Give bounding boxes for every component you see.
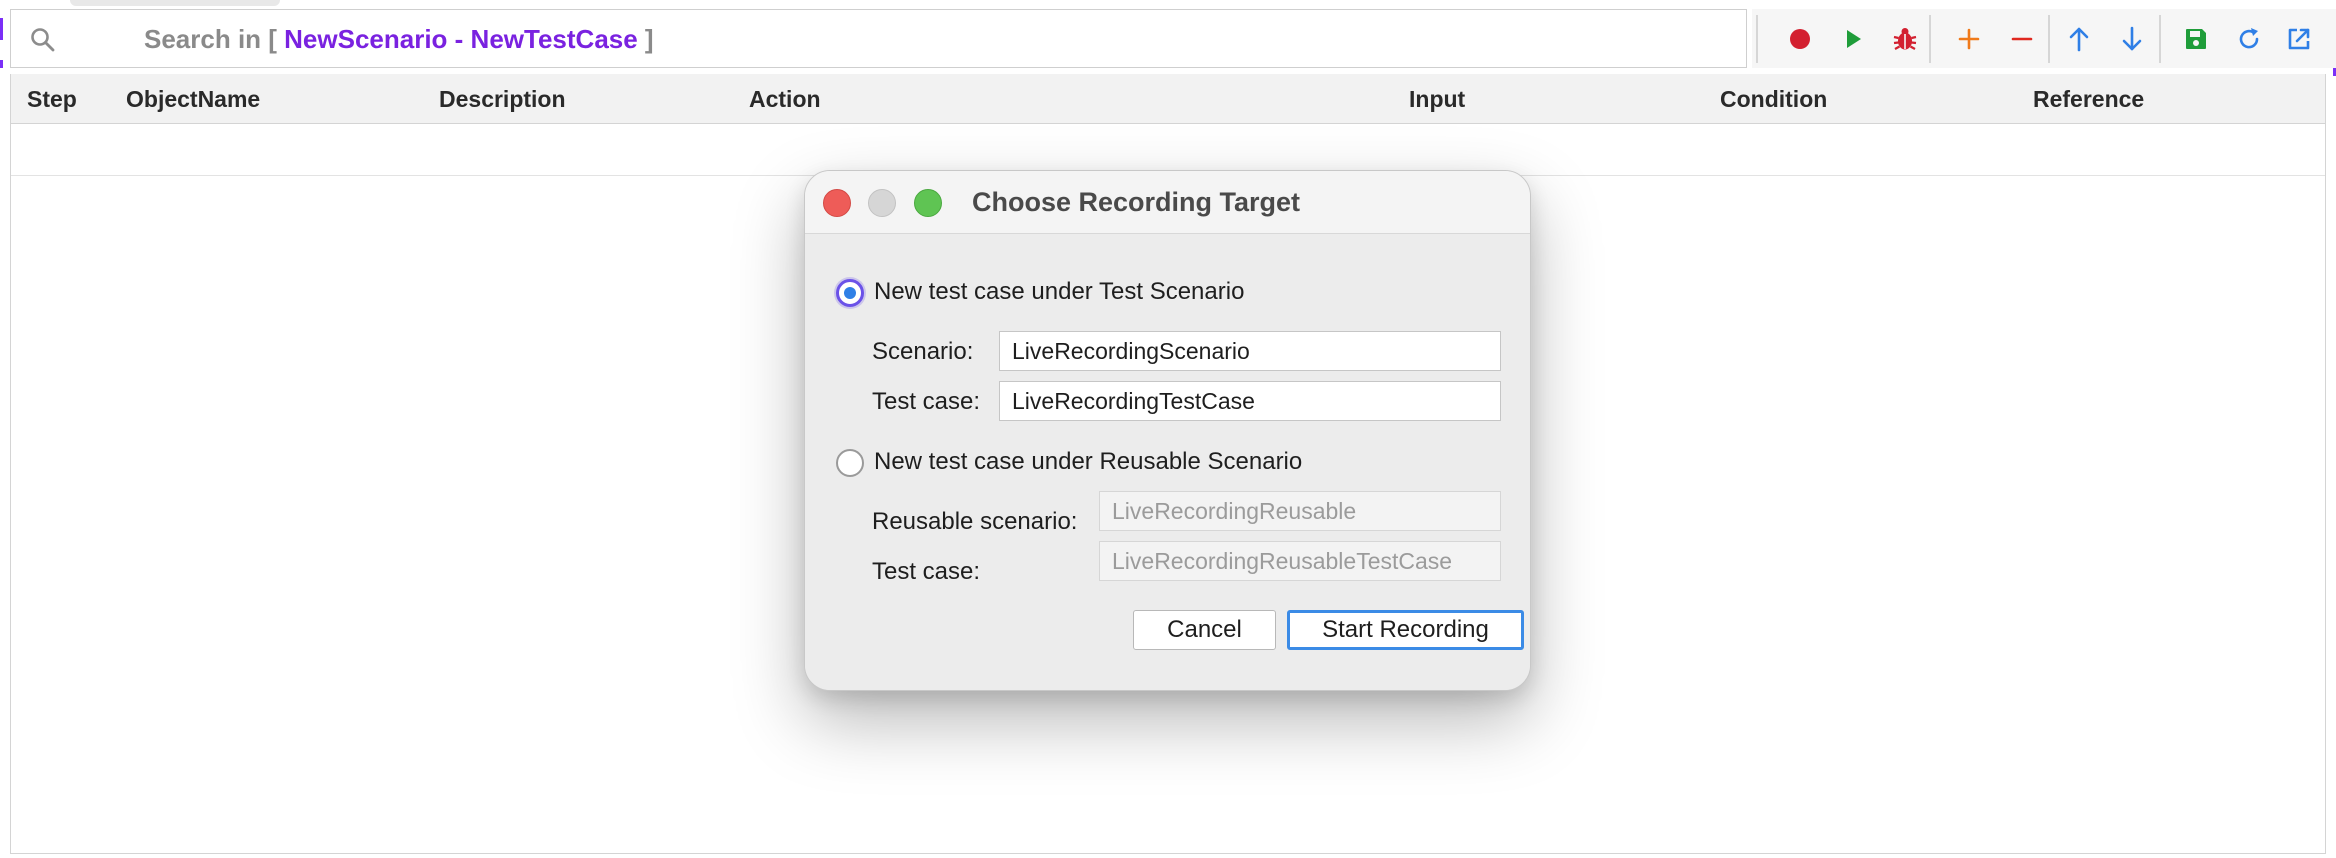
column-header-condition[interactable]: Condition [1720, 86, 1827, 113]
radio-test-scenario-label[interactable]: New test case under Test Scenario [874, 278, 1244, 306]
reusable-testcase-field: LiveRecordingReusableTestCase [1099, 541, 1501, 581]
dialog-body: New test case under Test Scenario Scenar… [805, 234, 1530, 690]
record-icon [1790, 29, 1810, 49]
radio-reusable-scenario-label[interactable]: New test case under Reusable Scenario [874, 448, 1302, 476]
dialog-titlebar[interactable]: Choose Recording Target [805, 171, 1530, 234]
search-prefix: Search in [ [144, 24, 285, 54]
save-button[interactable] [2179, 22, 2213, 56]
bug-icon [1893, 28, 1917, 50]
toolbar-separator [1756, 15, 1758, 63]
reusable-testcase-label: Test case: [872, 558, 981, 585]
reusable-scenario-label: Reusable scenario: [872, 508, 1078, 535]
add-step-button[interactable] [1952, 22, 1986, 56]
search-suffix: ] [637, 24, 654, 54]
open-external-button[interactable] [2282, 22, 2316, 56]
search-placeholder: Search in [ NewScenario - NewTestCase ] [144, 24, 654, 54]
run-button[interactable] [1836, 22, 1870, 56]
toolbar-separator [1929, 15, 1931, 63]
search-bar[interactable]: Search in [ NewScenario - NewTestCase ] [10, 9, 1747, 68]
external-link-icon [2288, 28, 2310, 50]
column-header-input[interactable]: Input [1409, 86, 1465, 113]
dialog-title: Choose Recording Target [972, 187, 1301, 217]
reload-button[interactable] [2232, 22, 2266, 56]
plus-icon [1958, 28, 1980, 50]
save-icon [2186, 29, 2206, 49]
column-header-description[interactable]: Description [439, 86, 566, 113]
column-header-reference[interactable]: Reference [2033, 86, 2144, 113]
testcase-label: Test case: [872, 388, 981, 415]
toolbar-separator [2048, 15, 2050, 63]
testcase-field[interactable]: LiveRecordingTestCase [999, 381, 1501, 421]
arrow-down-icon [2122, 26, 2142, 51]
table-header: Step ObjectName Description Action Input… [11, 74, 2325, 124]
play-icon [1847, 30, 1861, 48]
scenario-label: Scenario: [872, 338, 974, 365]
close-window-button[interactable] [823, 189, 851, 217]
search-icon [31, 28, 55, 52]
debug-button[interactable] [1888, 22, 1922, 56]
move-up-button[interactable] [2062, 22, 2096, 56]
tab-strip-edge [70, 0, 280, 6]
arrow-up-icon [2069, 27, 2089, 52]
record-button[interactable] [1783, 22, 1817, 56]
maximize-window-button[interactable] [914, 189, 942, 217]
column-header-objectname[interactable]: ObjectName [126, 86, 260, 113]
start-recording-button[interactable]: Start Recording [1287, 610, 1524, 650]
scenario-field[interactable]: LiveRecordingScenario [999, 331, 1501, 371]
search-context: NewScenario - NewTestCase [284, 24, 638, 54]
left-edge-marker [0, 18, 3, 40]
toolbar [1752, 9, 2336, 68]
choose-recording-target-dialog: Choose Recording Target New test case un… [804, 170, 1531, 691]
reusable-scenario-field: LiveRecordingReusable [1099, 491, 1501, 531]
table-row[interactable] [11, 124, 2325, 176]
move-down-button[interactable] [2115, 22, 2149, 56]
cancel-button[interactable]: Cancel [1133, 610, 1276, 650]
reload-icon [2239, 28, 2259, 49]
toolbar-separator [2159, 15, 2161, 63]
radio-test-scenario[interactable] [836, 279, 864, 307]
column-header-step[interactable]: Step [27, 86, 77, 113]
remove-step-button[interactable] [2005, 22, 2039, 56]
left-edge-marker-lower [0, 60, 3, 68]
radio-reusable-scenario[interactable] [836, 449, 864, 477]
column-header-action[interactable]: Action [749, 86, 821, 113]
minus-icon [2011, 37, 2033, 41]
minimize-window-button[interactable] [868, 189, 896, 217]
